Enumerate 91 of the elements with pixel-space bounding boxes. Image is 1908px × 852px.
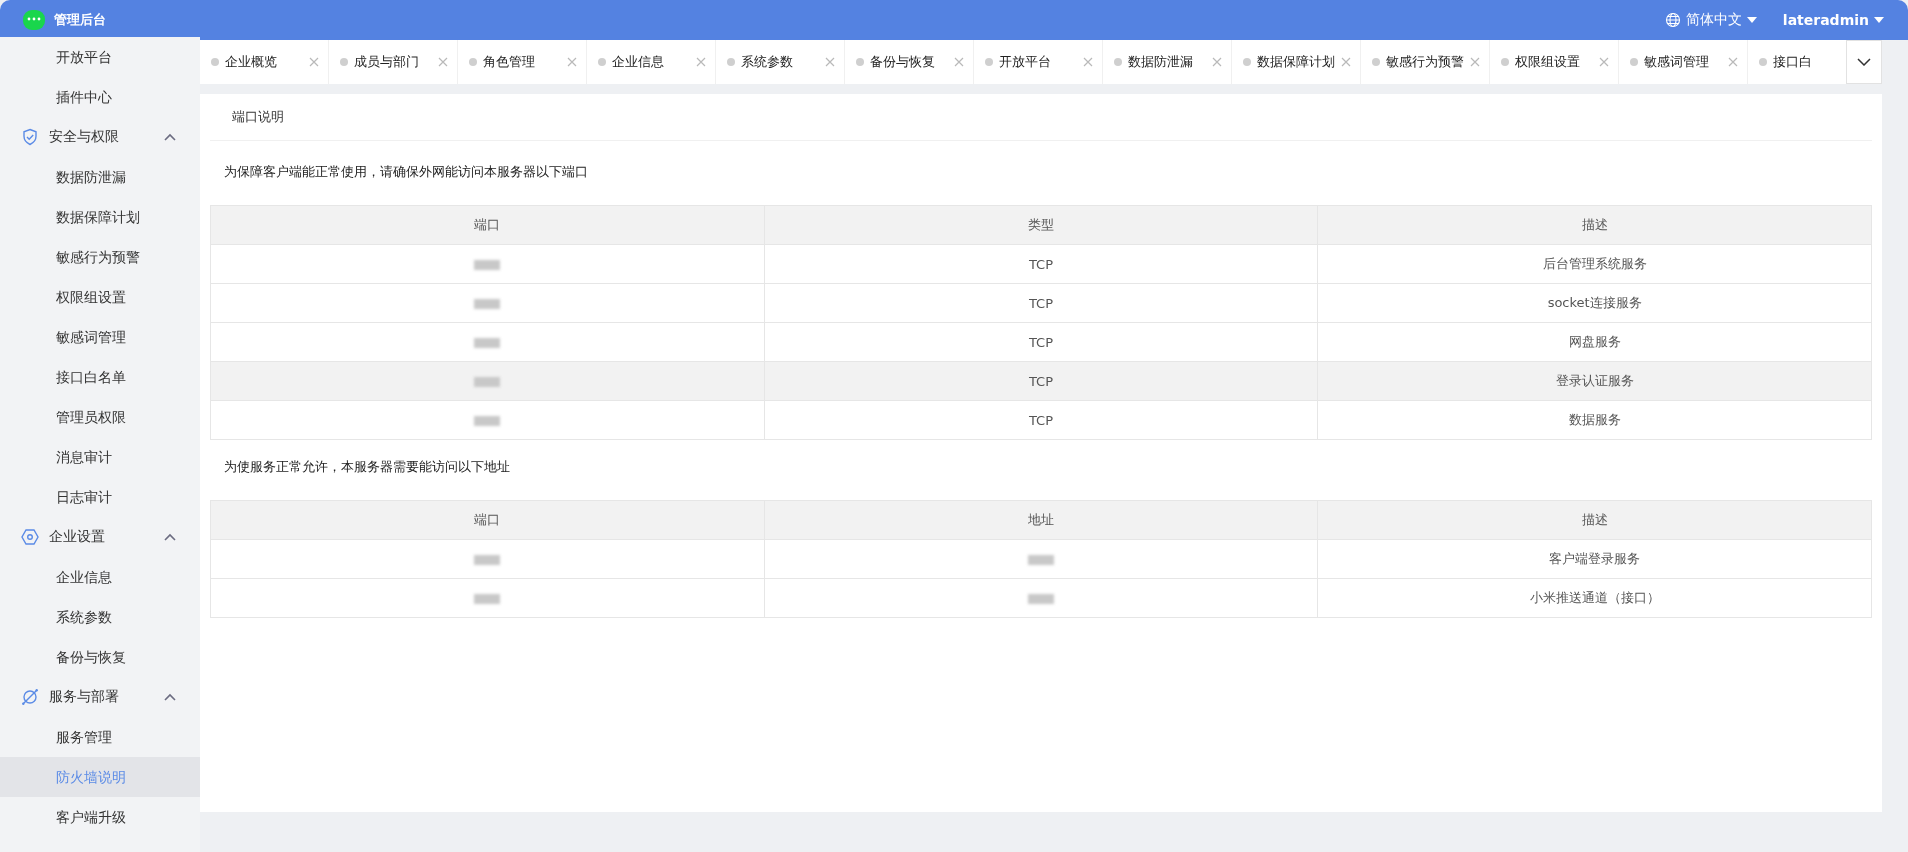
sidebar-item[interactable]: 插件中心 (0, 77, 200, 117)
column-header: 端口 (210, 500, 765, 540)
status-dot (727, 58, 735, 66)
tab[interactable]: 角色管理 (458, 40, 587, 84)
close-icon[interactable] (1728, 57, 1738, 67)
tab[interactable]: 企业概览 (200, 40, 329, 84)
app-title: 管理后台 (54, 11, 106, 29)
status-dot (1630, 58, 1638, 66)
user-menu[interactable]: lateradmin (1782, 12, 1884, 28)
status-dot (340, 58, 348, 66)
planet-icon (21, 688, 39, 706)
table-cell: TCP (764, 361, 1318, 401)
table-cell: 客户端登录服务 (1317, 539, 1872, 579)
close-icon[interactable] (696, 57, 706, 67)
sidebar-item[interactable]: 管理员权限 (0, 397, 200, 437)
tab[interactable]: 备份与恢复 (845, 40, 974, 84)
tab[interactable]: 权限组设置 (1490, 40, 1619, 84)
close-icon[interactable] (567, 57, 577, 67)
sidebar-item[interactable]: 敏感行为预警 (0, 237, 200, 277)
sidebar-item[interactable]: 权限组设置 (0, 277, 200, 317)
sidebar-item[interactable]: 消息审计 (0, 437, 200, 477)
table-cell: 小米推送通道（接口） (1317, 578, 1872, 618)
status-dot (1372, 58, 1380, 66)
status-dot (1759, 58, 1767, 66)
column-header: 描述 (1317, 205, 1872, 245)
chat-bubble-logo-icon (22, 9, 46, 31)
status-dot (1501, 58, 1509, 66)
close-icon[interactable] (1599, 57, 1609, 67)
sidebar-item[interactable]: 数据防泄漏 (0, 157, 200, 197)
panel-title: 端口说明 (232, 108, 284, 126)
globe-icon (1664, 12, 1681, 28)
tab[interactable]: 接口白 (1748, 40, 1846, 84)
close-icon[interactable] (954, 57, 964, 67)
status-dot (856, 58, 864, 66)
hexagon-gear-icon (21, 528, 39, 546)
close-icon[interactable] (438, 57, 448, 67)
table-cell: TCP (764, 244, 1318, 284)
status-dot (469, 58, 477, 66)
chevron-down-icon (1857, 58, 1871, 66)
close-icon[interactable] (1470, 57, 1480, 67)
sidebar-item[interactable]: 服务管理 (0, 717, 200, 757)
column-header: 类型 (764, 205, 1318, 245)
tab[interactable]: 数据防泄漏 (1103, 40, 1232, 84)
chevron-icon (164, 133, 176, 141)
section-heading: 为保障客户端能正常使用，请确保外网能访问本服务器以下端口 (223, 163, 589, 181)
sidebar-item[interactable]: 企业信息 (0, 557, 200, 597)
sidebar-item[interactable]: 备份与恢复 (0, 637, 200, 677)
column-header: 地址 (764, 500, 1318, 540)
sidebar-item[interactable]: 数据保障计划 (0, 197, 200, 237)
table-cell: socket连接服务 (1317, 283, 1872, 323)
sidebar-item[interactable]: 开放平台 (0, 37, 200, 77)
sidebar-group[interactable]: 服务与部署 (0, 677, 200, 717)
language-dropdown[interactable]: 简体中文 (1664, 11, 1757, 29)
status-dot (211, 58, 219, 66)
sidebar-group[interactable]: 安全与权限 (0, 117, 200, 157)
table-cell: 登录认证服务 (1317, 361, 1872, 401)
column-header: 描述 (1317, 500, 1872, 540)
table-cell: 数据服务 (1317, 400, 1872, 440)
sidebar-item[interactable]: 系统参数 (0, 597, 200, 637)
chevron-icon (164, 693, 176, 701)
tab[interactable]: 企业信息 (587, 40, 716, 84)
close-icon[interactable] (1212, 57, 1222, 67)
tab[interactable]: 数据保障计划 (1232, 40, 1361, 84)
close-icon[interactable] (309, 57, 319, 67)
table-cell: TCP (764, 322, 1318, 362)
tab[interactable]: 成员与部门 (329, 40, 458, 84)
sidebar-item[interactable]: 客户端升级 (0, 797, 200, 837)
column-header: 端口 (210, 205, 765, 245)
status-dot (1243, 58, 1251, 66)
shield-icon (21, 128, 39, 146)
tab[interactable]: 系统参数 (716, 40, 845, 84)
tab[interactable]: 开放平台 (974, 40, 1103, 84)
tabs-dropdown-button[interactable] (1846, 40, 1882, 84)
table-cell: 网盘服务 (1317, 322, 1872, 362)
section-heading: 为使服务正常允许，本服务器需要能访问以下地址 (223, 458, 511, 476)
sidebar-group[interactable]: 企业设置 (0, 517, 200, 557)
status-dot (598, 58, 606, 66)
sidebar-item[interactable]: 日志审计 (0, 477, 200, 517)
status-dot (1114, 58, 1122, 66)
table-cell: TCP (764, 283, 1318, 323)
table-cell: 后台管理系统服务 (1317, 244, 1872, 284)
table-cell: TCP (764, 400, 1318, 440)
sidebar-item[interactable]: 接口白名单 (0, 357, 200, 397)
close-icon[interactable] (825, 57, 835, 67)
status-dot (985, 58, 993, 66)
close-icon[interactable] (1083, 57, 1093, 67)
tab[interactable]: 敏感行为预警 (1361, 40, 1490, 84)
sidebar-item[interactable]: 敏感词管理 (0, 317, 200, 357)
chevron-icon (164, 533, 176, 541)
close-icon[interactable] (1341, 57, 1351, 67)
tab[interactable]: 敏感词管理 (1619, 40, 1748, 84)
